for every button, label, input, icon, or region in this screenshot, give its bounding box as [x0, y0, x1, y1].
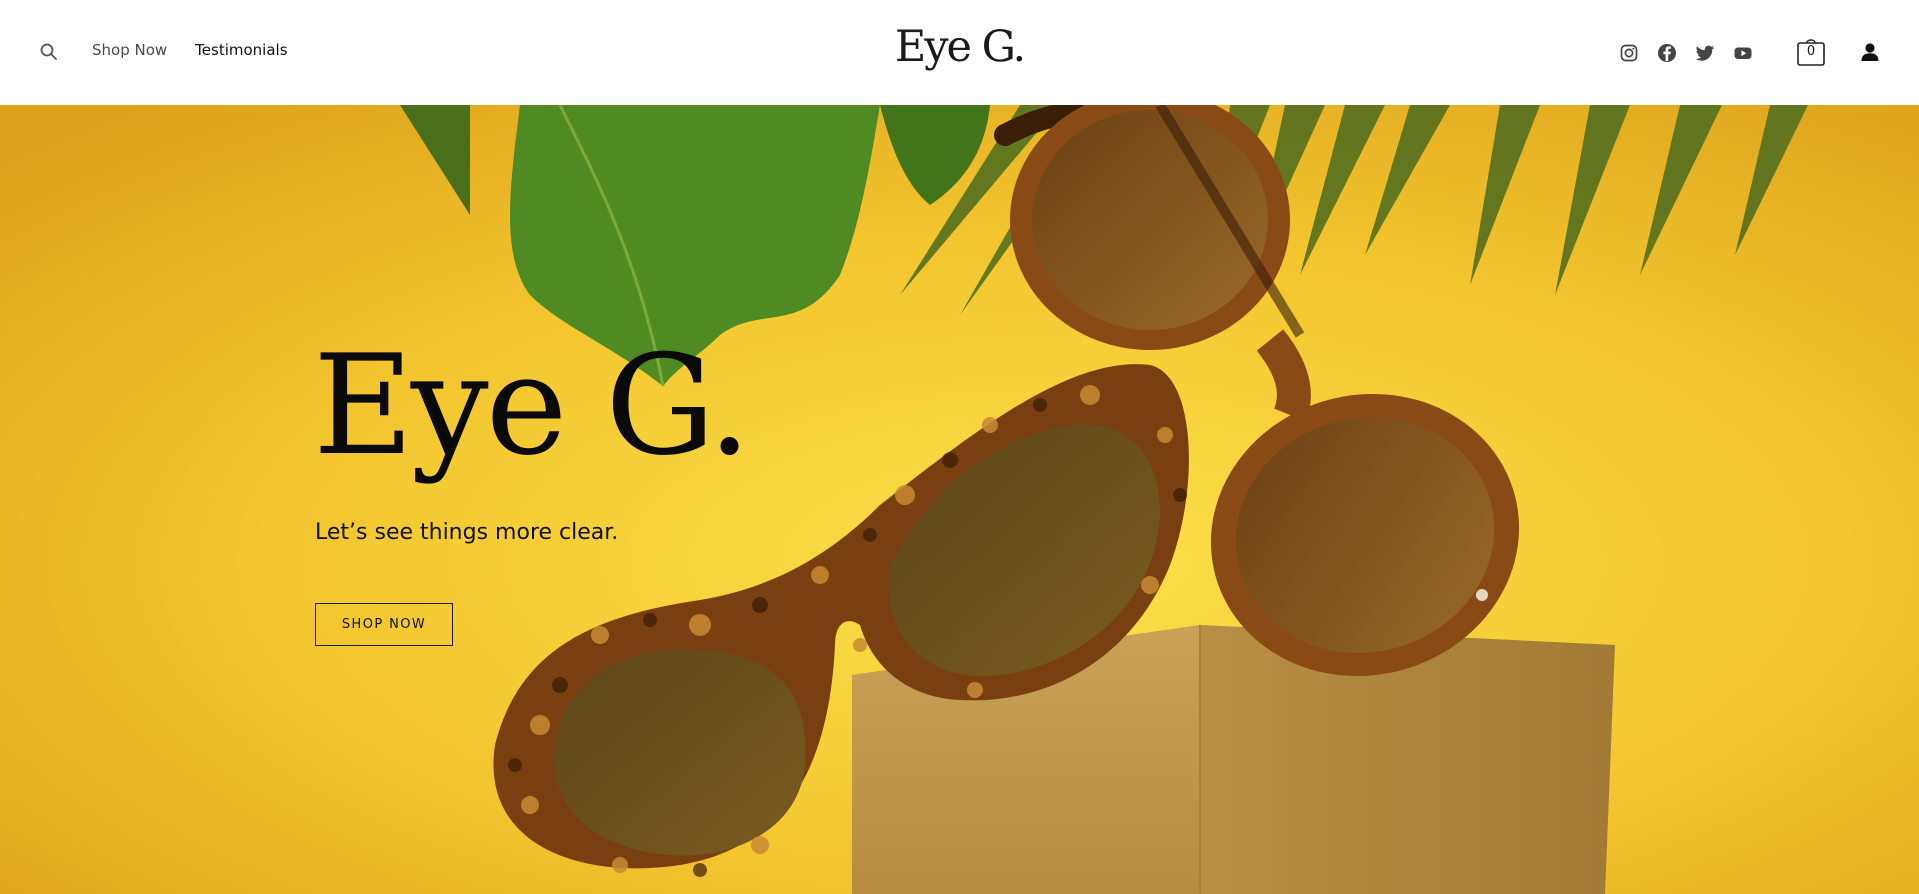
hero-image	[0, 105, 1919, 894]
search-icon[interactable]	[37, 40, 61, 64]
nav-link-testimonials[interactable]: Testimonials	[195, 41, 287, 59]
twitter-icon[interactable]	[1694, 42, 1716, 64]
shop-now-button[interactable]: SHOP NOW	[315, 603, 453, 646]
social-links	[1618, 42, 1754, 64]
site-header: Shop Now Testimonials Eye G. 0	[0, 0, 1919, 105]
site-logo[interactable]: Eye G.	[895, 22, 1026, 72]
nav-link-shop-now[interactable]: Shop Now	[92, 41, 167, 59]
main-nav: Shop Now Testimonials	[92, 41, 288, 59]
instagram-icon[interactable]	[1618, 42, 1640, 64]
cart-count: 0	[1806, 44, 1816, 59]
facebook-icon[interactable]	[1656, 42, 1678, 64]
hero-title: Eye G.	[313, 325, 751, 486]
hero-subtitle: Let’s see things more clear.	[315, 520, 619, 545]
hero-banner: Eye G. Let’s see things more clear. SHOP…	[0, 105, 1919, 894]
youtube-icon[interactable]	[1732, 42, 1754, 64]
account-icon[interactable]	[1858, 40, 1882, 64]
